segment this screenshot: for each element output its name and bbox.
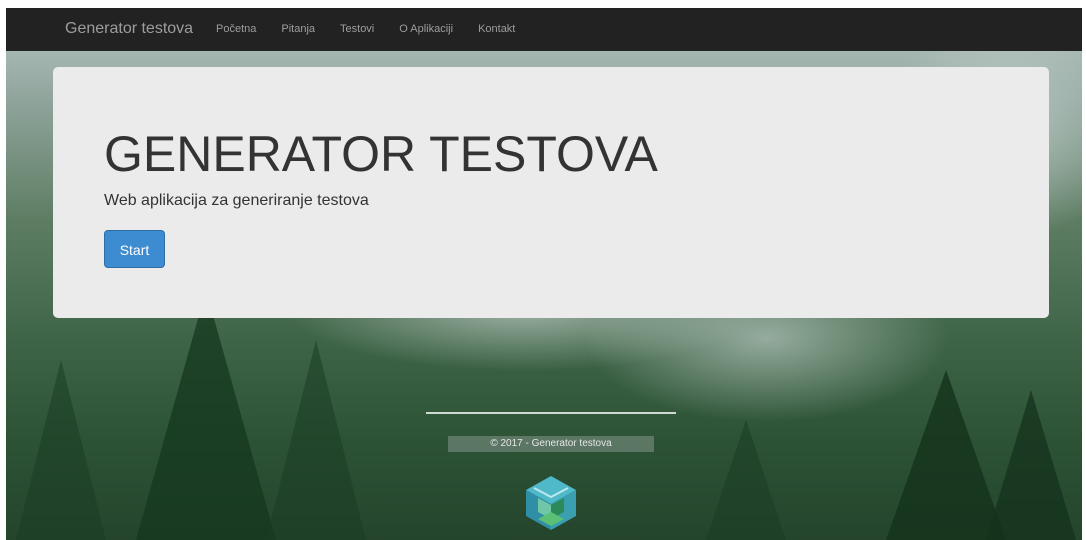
footer-divider <box>426 412 676 414</box>
hero-jumbotron: GENERATOR TESTOVA Web aplikacija za gene… <box>53 67 1049 318</box>
nav-item-kontakt[interactable]: Kontakt <box>478 23 515 35</box>
top-navbar: Generator testova Početna Pitanja Testov… <box>6 8 1082 51</box>
tree-silhouette <box>16 360 106 540</box>
navbar-brand[interactable]: Generator testova <box>65 20 193 38</box>
tree-silhouette <box>136 290 276 540</box>
tree-silhouette <box>266 340 366 540</box>
footer-copyright: © 2017 - Generator testova <box>448 436 654 452</box>
nav-item-o-aplikaciji[interactable]: O Aplikaciji <box>399 23 453 35</box>
navbar-menu: Početna Pitanja Testovi O Aplikaciji Kon… <box>216 23 540 35</box>
tree-silhouette <box>986 390 1076 540</box>
hero-subtitle: Web aplikacija za generiranje testova <box>104 192 369 209</box>
nav-item-pitanja[interactable]: Pitanja <box>281 23 315 35</box>
tree-silhouette <box>706 420 786 540</box>
nav-item-testovi[interactable]: Testovi <box>340 23 374 35</box>
hero-title: GENERATOR TESTOVA <box>104 126 658 182</box>
nav-item-pocetna[interactable]: Početna <box>216 23 256 35</box>
page-background: Generator testova Početna Pitanja Testov… <box>6 8 1082 540</box>
start-button[interactable]: Start <box>104 230 165 268</box>
cube-logo-icon <box>524 474 578 537</box>
